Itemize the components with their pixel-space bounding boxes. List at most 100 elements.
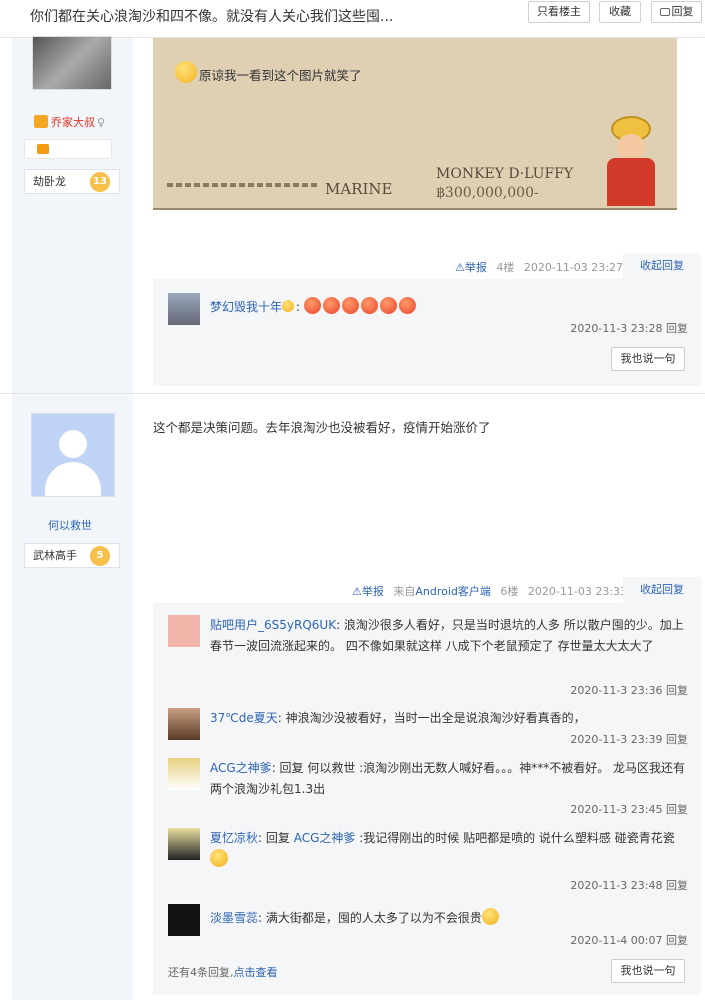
list-item: 贴吧用户_6S5yRQ6UK: 浪淘沙很多人看好，只是当时退坑的人多 所以散户囤… xyxy=(168,615,688,681)
list-item: 夏忆凉秋: 回复 ACG之神爹 :我记得刚出的时候 贴吧都是喷的 说什么塑料感 … xyxy=(168,828,688,872)
mention-link[interactable]: ACG之神爹 xyxy=(294,831,356,845)
say-something-button[interactable]: 我也说一句 xyxy=(611,959,685,983)
avatar[interactable] xyxy=(32,36,112,90)
reply-time-row: 2020-11-3 23:36 回复 xyxy=(570,682,688,698)
reply-time-row: 2020-11-4 00:07 回复 xyxy=(570,932,688,948)
reply-link[interactable]: 回复 xyxy=(666,322,688,335)
android-client-link[interactable]: Android客户端 xyxy=(415,585,491,598)
reply-time-row: 2020-11-3 23:48 回复 xyxy=(570,877,688,893)
badge-bar xyxy=(24,139,112,159)
level-badge: 13 xyxy=(90,172,110,192)
poster-scribble xyxy=(167,183,317,187)
thread-title: 你们都在关心浪淘沙和四不像。就没有人关心我们这些囤... xyxy=(30,9,394,25)
gender-icon: ♀ xyxy=(97,116,106,129)
warning-icon: ⚠ xyxy=(455,261,465,274)
reply-user[interactable]: ACG之神爹 xyxy=(210,761,272,775)
luffy-wanted-poster-image: 原谅我一看到这个图片就笑了 MARINE MONKEY D·LUFFY ฿300… xyxy=(153,38,677,210)
only-author-button[interactable]: 只看楼主 xyxy=(528,1,590,23)
default-avatar-icon xyxy=(59,430,87,458)
reply-text: 淡墨雪蕊: 满大街都是，囤的人太多了以为不会很贵 xyxy=(210,908,688,929)
reply-time: 2020-11-3 23:39 xyxy=(570,733,663,746)
post-meta: ⚠举报 来自Android客户端 6楼 2020-11-03 23:33 xyxy=(352,583,627,599)
avatar[interactable] xyxy=(168,615,200,647)
angry-emoji-icon xyxy=(322,297,340,314)
reply-time-row: 2020-11-3 23:39 回复 xyxy=(570,731,688,747)
favorite-button[interactable]: 收藏 xyxy=(599,1,641,23)
collapse-replies-button[interactable]: 收起回复 xyxy=(623,577,701,603)
angry-emoji-icon xyxy=(360,297,378,314)
avatar[interactable] xyxy=(168,904,200,936)
reply-user[interactable]: 梦幻毁我十年 xyxy=(210,300,282,314)
comment-icon xyxy=(659,8,670,16)
reply-user[interactable]: 淡墨雪蕊 xyxy=(210,911,258,925)
post-content-area: 原谅我一看到这个图片就笑了 MARINE MONKEY D·LUFFY ฿300… xyxy=(133,38,705,1000)
reply-time: 2020-11-4 00:07 xyxy=(570,934,663,947)
laughing-emoji-icon xyxy=(175,61,197,83)
reply-link[interactable]: 回复 xyxy=(666,733,688,746)
post-divider xyxy=(133,393,705,394)
reply-text: ACG之神爹: 回复 何以救世 :浪淘沙刚出无数人喊好看。。。神***不被看好。… xyxy=(210,761,686,796)
post-date: 2020-11-03 23:27 xyxy=(523,261,623,274)
angry-emoji-icon xyxy=(303,297,321,314)
game-badge-icon xyxy=(37,144,49,154)
author-name[interactable]: 乔家大叔 ♀ xyxy=(34,114,105,130)
view-more-link[interactable]: 点击查看 xyxy=(234,966,278,979)
reply-user[interactable]: 贴吧用户_6S5yRQ6UK xyxy=(210,618,336,632)
reply-button[interactable]: 回复 xyxy=(651,1,702,23)
poster-name-text: MONKEY D·LUFFY xyxy=(436,166,574,182)
avatar[interactable] xyxy=(168,708,200,740)
report-link[interactable]: ⚠举报 xyxy=(352,585,384,598)
post-content: 这个都是决策问题。去年浪淘沙也没被看好，疫情开始涨价了 xyxy=(153,420,491,435)
reply-text: 贴吧用户_6S5yRQ6UK: 浪淘沙很多人看好，只是当时退坑的人多 所以散户囤… xyxy=(210,618,684,653)
reply-time: 2020-11-3 23:48 xyxy=(570,879,663,892)
thread-header: 你们都在关心浪淘沙和四不像。就没有人关心我们这些囤... 只看楼主 收藏 回复 xyxy=(0,0,705,38)
floor-number: 6楼 xyxy=(500,585,519,598)
reply-text: 37℃de夏天: 神浪淘沙没被看好，当时一出全是说浪淘沙好看真香的， xyxy=(210,711,586,725)
angry-emoji-icon xyxy=(341,297,359,314)
warning-icon: ⚠ xyxy=(352,585,362,598)
reply-link[interactable]: 回复 xyxy=(666,934,688,947)
reply-user[interactable]: 夏忆凉秋 xyxy=(210,831,258,845)
poster-marine-text: MARINE xyxy=(325,180,393,198)
report-link[interactable]: ⚠举报 xyxy=(455,261,487,274)
more-replies-count: 还有4条回复, xyxy=(168,966,234,979)
luffy-figure xyxy=(593,116,665,208)
post-date: 2020-11-03 23:33 xyxy=(527,585,628,598)
post-content: 原谅我一看到这个图片就笑了 xyxy=(175,61,362,84)
reply-button-label: 回复 xyxy=(671,5,694,18)
say-something-button[interactable]: 我也说一句 xyxy=(611,347,685,371)
reply-time: 2020-11-3 23:28 xyxy=(570,322,663,335)
post-divider xyxy=(0,393,133,394)
vip-icon xyxy=(34,115,48,128)
list-item: ACG之神爹: 回复 何以救世 :浪淘沙刚出无数人喊好看。。。神***不被看好。… xyxy=(168,758,688,802)
smile-emoji-icon xyxy=(282,300,295,312)
avatar[interactable] xyxy=(31,413,115,497)
angry-emoji-icon xyxy=(398,297,416,314)
reply-user[interactable]: 37℃de夏天 xyxy=(210,711,278,725)
reply-text: 梦幻毁我十年: xyxy=(210,297,688,318)
author-sidebar: 乔家大叔 ♀ 劫卧龙 13 何以救世 武林高手 5 xyxy=(0,36,133,1000)
poster-bounty-text: ฿300,000,000- xyxy=(436,185,539,201)
avatar[interactable] xyxy=(168,828,200,860)
level-badge: 5 xyxy=(90,546,110,566)
reply-link[interactable]: 回复 xyxy=(666,803,688,816)
reply-time: 2020-11-3 23:36 xyxy=(570,684,663,697)
reply-list: 贴吧用户_6S5yRQ6UK: 浪淘沙很多人看好，只是当时退坑的人多 所以散户囤… xyxy=(153,603,701,995)
reply-list: 梦幻毁我十年: 2020-11-3 23:28 回复 我也说一句 xyxy=(153,279,701,386)
sweat-emoji-icon xyxy=(210,849,228,867)
reply-link[interactable]: 回复 xyxy=(666,879,688,892)
reply-link[interactable]: 回复 xyxy=(666,684,688,697)
reply-text: 夏忆凉秋: 回复 ACG之神爹 :我记得刚出的时候 贴吧都是喷的 说什么塑料感 … xyxy=(210,828,688,871)
collapse-replies-button[interactable]: 收起回复 xyxy=(623,253,701,279)
floor-number: 4楼 xyxy=(496,261,515,274)
author-name[interactable]: 何以救世 xyxy=(48,517,92,533)
more-replies-row: 还有4条回复,点击查看 xyxy=(168,964,278,980)
angry-emoji-icon xyxy=(379,297,397,314)
post-meta: ⚠举报 4楼 2020-11-03 23:27 xyxy=(455,259,623,275)
reply-time-row: 2020-11-3 23:45 回复 xyxy=(570,801,688,817)
reply-time: 2020-11-3 23:45 xyxy=(570,803,663,816)
avatar[interactable] xyxy=(168,758,200,790)
worried-emoji-icon xyxy=(481,908,499,925)
post-source: 来自Android客户端 xyxy=(393,585,491,598)
reply-time-row: 2020-11-3 23:28 回复 xyxy=(168,316,688,336)
